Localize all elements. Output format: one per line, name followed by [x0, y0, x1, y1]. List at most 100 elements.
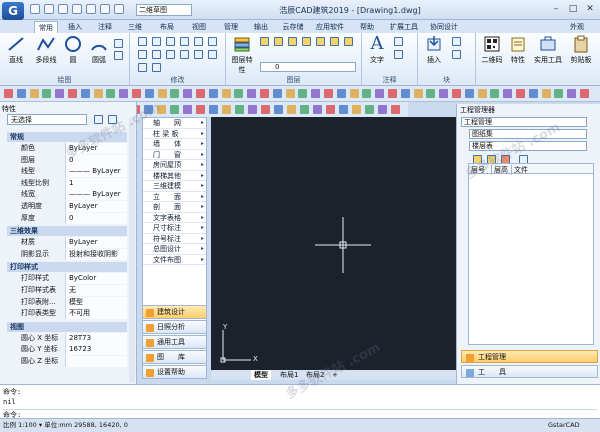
toolbar-icon[interactable]	[248, 105, 257, 114]
line-button[interactable]: 直线	[4, 35, 28, 65]
toolbar-icon[interactable]	[196, 105, 205, 114]
rotate-icon[interactable]	[138, 50, 147, 59]
toolbar-icon[interactable]	[247, 89, 257, 98]
fillet-icon[interactable]	[208, 50, 217, 59]
toolbar-icon[interactable]	[365, 105, 374, 114]
property-value[interactable]: 1	[65, 177, 127, 189]
property-value[interactable]: 模型	[65, 296, 127, 308]
property-row[interactable]: 线宽 ——— ByLayer	[7, 189, 127, 201]
explode-icon[interactable]	[138, 63, 147, 72]
menu-category-button[interactable]: 设置帮助	[142, 365, 207, 379]
toolbar-icon[interactable]	[222, 105, 231, 114]
toolbar-icon[interactable]	[516, 89, 525, 98]
tab-3d[interactable]: 三维	[122, 21, 148, 33]
toolbar-icon[interactable]	[170, 89, 180, 98]
property-row[interactable]: 圆心 X 坐标 28T73	[7, 332, 127, 344]
scale-icon[interactable]	[152, 50, 161, 59]
menu-category-button[interactable]: 通用工具	[142, 335, 207, 349]
menu-category-button[interactable]: 日照分析	[142, 320, 207, 334]
section-1[interactable]: 三维效果	[7, 226, 127, 237]
layer-prev-icon[interactable]	[344, 37, 353, 46]
new-icon[interactable]	[30, 4, 40, 14]
toolbar-icon[interactable]	[541, 89, 551, 98]
layer-properties-button[interactable]: 图层特性	[230, 35, 254, 75]
property-value[interactable]	[65, 356, 127, 367]
toolbar-icon[interactable]	[272, 89, 282, 98]
layer-on-icon[interactable]	[260, 37, 269, 46]
toolbar-icon[interactable]	[42, 89, 52, 98]
property-row[interactable]: 打印样式 ByColor	[7, 273, 127, 285]
toolbar-icon[interactable]	[261, 105, 270, 114]
toolbar-icon[interactable]	[413, 89, 423, 98]
property-value[interactable]: ——— ByLayer	[65, 189, 127, 201]
clipboard-button[interactable]: 剪贴板	[566, 35, 596, 65]
properties-button[interactable]: 特性	[506, 35, 530, 65]
toolbar-icon[interactable]	[528, 89, 538, 98]
toolbar-icon[interactable]	[285, 89, 295, 98]
toolbar-icon[interactable]	[439, 89, 449, 98]
toolbar-icon[interactable]	[119, 89, 129, 98]
toolbar-icon[interactable]	[298, 89, 308, 98]
toolbar-icon[interactable]	[311, 89, 321, 98]
layer-walk-icon[interactable]	[330, 37, 339, 46]
toolbar-icon[interactable]	[336, 89, 346, 98]
layer-isolate-icon[interactable]	[302, 37, 311, 46]
toolbar-icon[interactable]	[4, 89, 13, 98]
toolbar-icon[interactable]	[503, 89, 513, 98]
tab-insert[interactable]: 插入	[62, 21, 88, 33]
property-value[interactable]: 0	[65, 212, 127, 224]
toolbar-icon[interactable]	[375, 89, 385, 98]
edit-block-icon[interactable]	[452, 50, 461, 59]
menu-item[interactable]: 剖 面 ▸	[143, 202, 206, 213]
toolbar-icon[interactable]	[260, 89, 269, 98]
stretch-icon[interactable]	[166, 50, 175, 59]
toolbar-icon[interactable]	[274, 105, 283, 114]
toolbar-icon[interactable]	[313, 105, 322, 114]
toolbar-icon[interactable]	[324, 89, 333, 98]
menu-item[interactable]: 柱 梁 板 ▸	[143, 129, 206, 139]
toolbar-icon[interactable]	[208, 89, 218, 98]
toolbar-icon[interactable]	[477, 89, 487, 98]
polyline-button[interactable]: 多段线	[32, 35, 60, 65]
maximize-icon[interactable]: □	[565, 4, 581, 16]
toolbar-icon[interactable]	[580, 89, 589, 98]
toolbar-icon[interactable]	[567, 89, 577, 98]
toolbar-icon[interactable]	[183, 89, 193, 98]
toolbar-icon[interactable]	[349, 89, 359, 98]
toolbar-icon[interactable]	[287, 105, 296, 114]
toolbar-icon[interactable]	[132, 89, 141, 98]
toolbar-icon[interactable]	[170, 105, 179, 114]
offset-icon[interactable]	[180, 37, 189, 46]
qrcode-button[interactable]: 二维码	[478, 35, 506, 65]
create-block-icon[interactable]	[452, 37, 461, 46]
toolbar-icon[interactable]	[378, 105, 387, 114]
toolbar-icon[interactable]	[16, 89, 26, 98]
toolbar-icon[interactable]	[326, 105, 335, 114]
erase-icon[interactable]	[208, 37, 217, 46]
property-value[interactable]: ByColor	[65, 273, 127, 285]
arc-button[interactable]: 圆弧	[88, 35, 110, 65]
property-value[interactable]: 28T73	[65, 332, 127, 344]
property-row[interactable]: 打印表类型 不可用	[7, 308, 127, 320]
layer-lock-icon[interactable]	[288, 37, 297, 46]
menu-item[interactable]: 楼梯其他 ▸	[143, 171, 206, 181]
tab-cloud[interactable]: 云存储	[278, 21, 308, 33]
property-row[interactable]: 透明度 ByLayer	[7, 201, 127, 212]
menu-category-button[interactable]: 建筑设计	[142, 305, 207, 319]
menu-item[interactable]: 总图设计 ▸	[143, 244, 206, 255]
mirror-icon[interactable]	[166, 37, 175, 46]
toolbar-icon[interactable]	[452, 89, 461, 98]
tab-apps[interactable]: 应用软件	[312, 21, 348, 33]
toolbar-icon[interactable]	[490, 89, 500, 98]
toolbar-icon[interactable]	[221, 89, 231, 98]
drawing-canvas[interactable]: Y X	[211, 117, 456, 370]
toolbar-icon[interactable]	[29, 89, 39, 98]
toolbar-icon[interactable]	[157, 89, 167, 98]
menu-item[interactable]: 立 面 ▸	[143, 192, 206, 202]
move-icon[interactable]	[138, 37, 147, 46]
toolbar-icon[interactable]	[196, 89, 205, 98]
property-value[interactable]: 无	[65, 285, 127, 296]
tab-home[interactable]: 常用	[34, 21, 58, 33]
property-row[interactable]: 线型 ——— ByLayer	[7, 166, 127, 178]
property-value[interactable]: ——— ByLayer	[65, 166, 127, 178]
